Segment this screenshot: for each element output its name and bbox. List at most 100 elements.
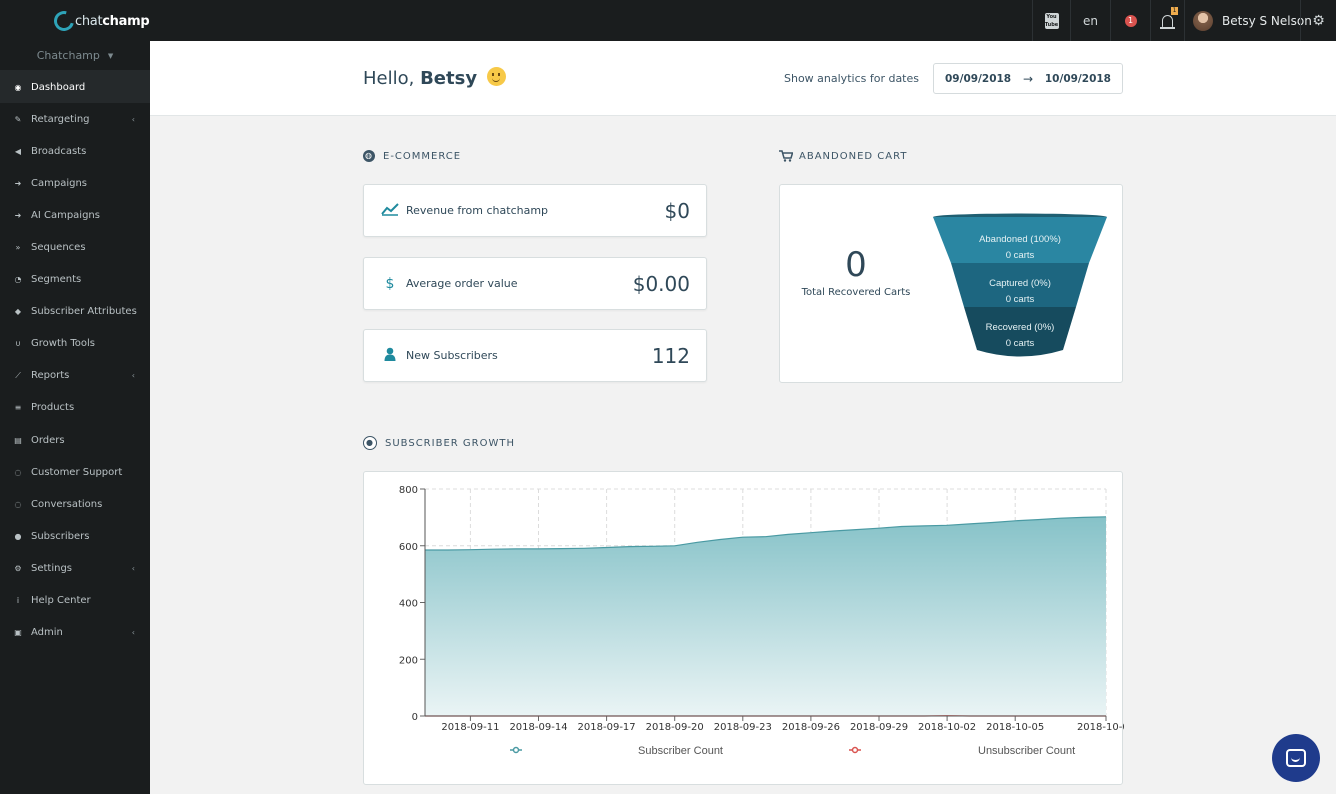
youtube-button[interactable]: You Tube [1032,0,1070,41]
sidebar-item-retargeting[interactable]: ✎ Retargeting ‹ [0,103,150,135]
sign-in-icon: ➜ [14,210,22,220]
cart-funnel: Abandoned (100%) 0 carts Captured (0%) 0… [933,213,1107,357]
dashboard-icon: ◉ [14,82,22,92]
logo-text: chatchamp [75,13,150,29]
date-range-picker[interactable]: 09/09/2018 → 10/09/2018 [933,63,1123,94]
subscriber-area [425,516,1106,716]
sidebar-item-label: Orders [31,434,65,446]
funnel-sublabel: 0 carts [1006,294,1035,305]
sidebar-item-label: Subscriber Attributes [31,306,137,318]
y-tick-label: 0 [412,712,418,723]
youtube-icon: You Tube [1044,12,1059,29]
chat-icon [1286,749,1306,767]
user-name: Betsy S Nelson [1222,13,1312,28]
list-icon: ≡ [14,403,22,413]
user-menu[interactable]: Betsy S Nelson [1184,0,1312,41]
alerts-button[interactable]: 1 [1110,0,1150,41]
line-chart-icon: ⟋ [15,370,21,380]
sidebar-item-label: Growth Tools [31,338,96,350]
revenue-card: Revenue from chatchamp $0 [363,184,707,237]
support-chat-button[interactable] [1272,734,1320,782]
angle-double-down-icon: » [15,243,21,253]
chevron-left-icon: ‹ [131,114,135,124]
sidebar-item-subscriber-attributes[interactable]: ◆ Subscriber Attributes [0,296,150,328]
settings-button[interactable]: ⚙ [1300,0,1336,41]
stat-label: Average order value [406,277,518,290]
sidebar-item-orders[interactable]: ▤ Orders [0,424,150,456]
chart-svg: 0 200 400 600 800 2018-09-11 2018-09-14 2018-09… [399,485,1124,757]
sidebar-item-conversations[interactable]: ◌ Conversations [0,488,150,520]
sidebar-item-admin[interactable]: ▣ Admin ‹ [0,617,150,649]
abandoned-cart-heading: ABANDONED CART [779,150,907,162]
sidebar-item-settings[interactable]: ⚙ Settings ‹ [0,552,150,584]
cogs-icon: ⚙ [1312,12,1325,29]
sidebar-item-reports[interactable]: ⟋ Reports ‹ [0,360,150,392]
subscriber-growth-chart: 0 200 400 600 800 2018-09-11 2018-09-14 2018-09… [363,471,1124,785]
sidebar-nav: ◉ Dashboard ✎ Retargeting ‹ ◀ Broadcasts ➜ Campa… [0,71,150,649]
y-tick-label: 600 [399,542,418,553]
language-selector[interactable]: en [1070,0,1110,41]
sidebar-item-campaigns[interactable]: ➜ Campaigns [0,167,150,199]
sidebar-item-products[interactable]: ≡ Products [0,392,150,424]
chevron-left-icon: ‹ [131,371,135,381]
x-tick-label: 2018-10-02 [918,722,976,733]
x-tick-label: 2018-09-17 [578,722,636,733]
sidebar-item-label: Settings [31,562,73,574]
page-title: Hello, Betsy [363,67,506,89]
top-right-controls: You Tube en 1 1 Betsy S Nelson ⚙ [1032,0,1336,41]
sidebar-item-broadcasts[interactable]: ◀ Broadcasts [0,135,150,167]
alerts-badge: 1 [1124,14,1137,27]
smiley-icon [486,67,506,86]
y-tick-label: 400 [399,599,418,610]
total-recovered-value: 0 [845,245,867,285]
sidebar-item-dashboard[interactable]: ◉ Dashboard [0,71,150,104]
sidebar-item-subscribers[interactable]: ● Subscribers [0,520,150,552]
globe-icon: ◍ [363,150,375,162]
sidebar-item-label: Subscribers [31,530,90,542]
line-chart-icon [380,202,400,220]
sidebar-item-growth-tools[interactable]: ∪ Growth Tools [0,328,150,360]
average-order-card: $ Average order value $0.00 [363,257,707,310]
sidebar-item-segments[interactable]: ◔ Segments [0,264,150,296]
language-label: en [1083,13,1098,28]
sidebar-item-label: Reports [31,370,70,382]
chatchamp-logo[interactable]: chatchamp [50,7,150,35]
legend-marker-dot [851,746,859,754]
x-tick-label: 2018-09-14 [509,722,567,733]
legend-label[interactable]: Unsubscriber Count [978,745,1075,757]
funnel-label: Captured (0%) [989,278,1051,289]
legend-label[interactable]: Subscriber Count [638,745,723,757]
sidebar-item-label: AI Campaigns [31,209,100,221]
magnet-icon: ∪ [15,339,21,349]
x-tick-label: 2018-09-26 [782,722,840,733]
funnel-label: Abandoned (100%) [979,234,1061,245]
sidebar-item-label: Broadcasts [31,145,87,157]
pie-chart-icon: ◔ [14,275,22,285]
sidebar-item-ai-campaigns[interactable]: ➜ AI Campaigns [0,199,150,231]
print-icon: ▤ [14,435,22,445]
funnel-sublabel: 0 carts [1006,250,1035,261]
comments-icon: ◌ [14,499,22,509]
stat-label: New Subscribers [406,349,498,362]
bullhorn-icon: ◀ [14,146,22,156]
sidebar-item-label: Dashboard [31,81,86,93]
sidebar-item-label: Sequences [31,242,86,254]
notifications-button[interactable]: 1 [1150,0,1184,41]
date-from: 09/09/2018 [945,72,1012,85]
x-tick-label: 2018-10-09 [1077,722,1124,733]
sidebar-item-label: Conversations [31,498,103,510]
sidebar-item-customer-support[interactable]: ◌ Customer Support [0,456,150,488]
avatar [1193,10,1213,31]
sidebar-item-sequences[interactable]: » Sequences [0,231,150,263]
sign-in-icon: ➜ [14,178,22,188]
logo-icon [50,7,78,35]
users-icon: ● [14,531,22,541]
workspace-name: Chatchamp [36,49,100,62]
chevron-left-icon: ‹ [131,563,135,573]
workspace-selector[interactable]: Chatchamp ▼ [0,41,150,71]
x-tick-label: 2018-09-29 [850,722,908,733]
page-header [150,41,1336,116]
cart-icon [779,150,794,162]
sidebar-item-label: Products [31,402,75,414]
sidebar-item-help-center[interactable]: i Help Center [0,585,150,617]
